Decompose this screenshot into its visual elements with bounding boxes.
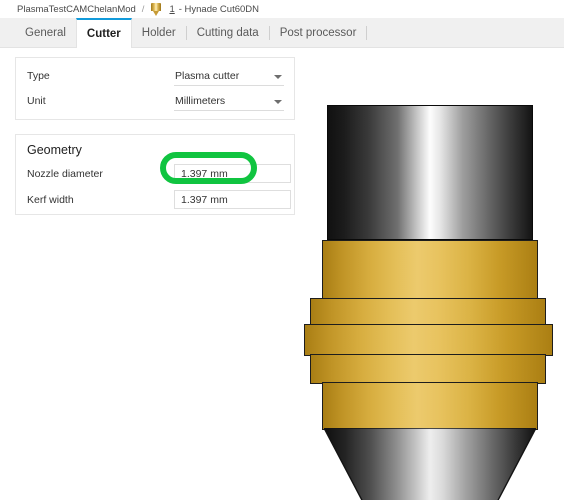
- kerf-width-input[interactable]: 1.397 mm: [174, 190, 291, 209]
- gold-band-1: [322, 240, 538, 300]
- kerf-width-value: 1.397 mm: [181, 194, 228, 206]
- tab-holder-label: Holder: [141, 26, 176, 39]
- gold-band-3: [304, 324, 553, 356]
- gold-band-4: [310, 354, 546, 384]
- row-type: Type Plasma cutter: [16, 66, 294, 88]
- type-dropdown-value: Plasma cutter: [175, 70, 240, 82]
- row-kerf-width: Kerf width 1.397 mm: [16, 190, 294, 212]
- upper-steel-cylinder: [327, 105, 533, 240]
- tab-cutting-data[interactable]: Cutting data: [187, 18, 269, 47]
- tab-bar: General Cutter Holder Cutting data Post …: [0, 18, 564, 48]
- breadcrumb-tool-name: - Hynade Cut60DN: [178, 3, 259, 15]
- chevron-down-icon: [274, 75, 282, 79]
- unit-dropdown-value: Millimeters: [175, 95, 226, 107]
- tab-cutter[interactable]: Cutter: [75, 18, 132, 48]
- breadcrumb-tool-number: 1: [169, 3, 175, 15]
- type-label: Type: [27, 70, 50, 82]
- gold-band-2: [310, 298, 546, 326]
- nozzle-icon: [150, 2, 162, 17]
- tab-general-label: General: [25, 26, 66, 39]
- geometry-panel-title: Geometry: [27, 143, 82, 157]
- row-unit: Unit Millimeters: [16, 91, 294, 113]
- tab-cutting-data-label: Cutting data: [196, 26, 259, 39]
- unit-dropdown[interactable]: Millimeters: [174, 92, 284, 111]
- tab-holder[interactable]: Holder: [132, 18, 186, 47]
- nozzle-diameter-input[interactable]: 1.397 mm: [174, 164, 291, 183]
- nozzle-3d-preview[interactable]: [300, 60, 564, 500]
- gold-band-5: [322, 382, 538, 430]
- tapered-nozzle-cone-outline: [324, 428, 536, 500]
- nozzle-icon-taper: [153, 10, 160, 16]
- tab-post-processor-label: Post processor: [279, 26, 357, 39]
- breadcrumb: PlasmaTestCAMChelanMod / 1 - Hynade Cut6…: [0, 0, 564, 18]
- nozzle-icon-body: [151, 2, 162, 11]
- tab-general[interactable]: General: [15, 18, 76, 47]
- unit-label: Unit: [27, 95, 46, 107]
- nozzle-diameter-label: Nozzle diameter: [27, 168, 103, 180]
- row-nozzle-diameter: Nozzle diameter 1.397 mm: [16, 164, 294, 186]
- nozzle-diameter-value: 1.397 mm: [181, 168, 228, 180]
- tab-divider-3: [366, 25, 368, 40]
- chevron-down-icon: [274, 100, 282, 104]
- kerf-width-label: Kerf width: [27, 194, 74, 206]
- general-settings-panel: Type Plasma cutter Unit Millimeters: [15, 57, 295, 120]
- type-dropdown[interactable]: Plasma cutter: [174, 67, 284, 86]
- tab-post-processor[interactable]: Post processor: [270, 18, 367, 47]
- breadcrumb-separator: /: [141, 3, 145, 15]
- tab-cutter-label: Cutter: [86, 27, 121, 40]
- geometry-settings-panel: Geometry Nozzle diameter 1.397 mm Kerf w…: [15, 134, 295, 215]
- breadcrumb-root[interactable]: PlasmaTestCAMChelanMod: [17, 4, 136, 15]
